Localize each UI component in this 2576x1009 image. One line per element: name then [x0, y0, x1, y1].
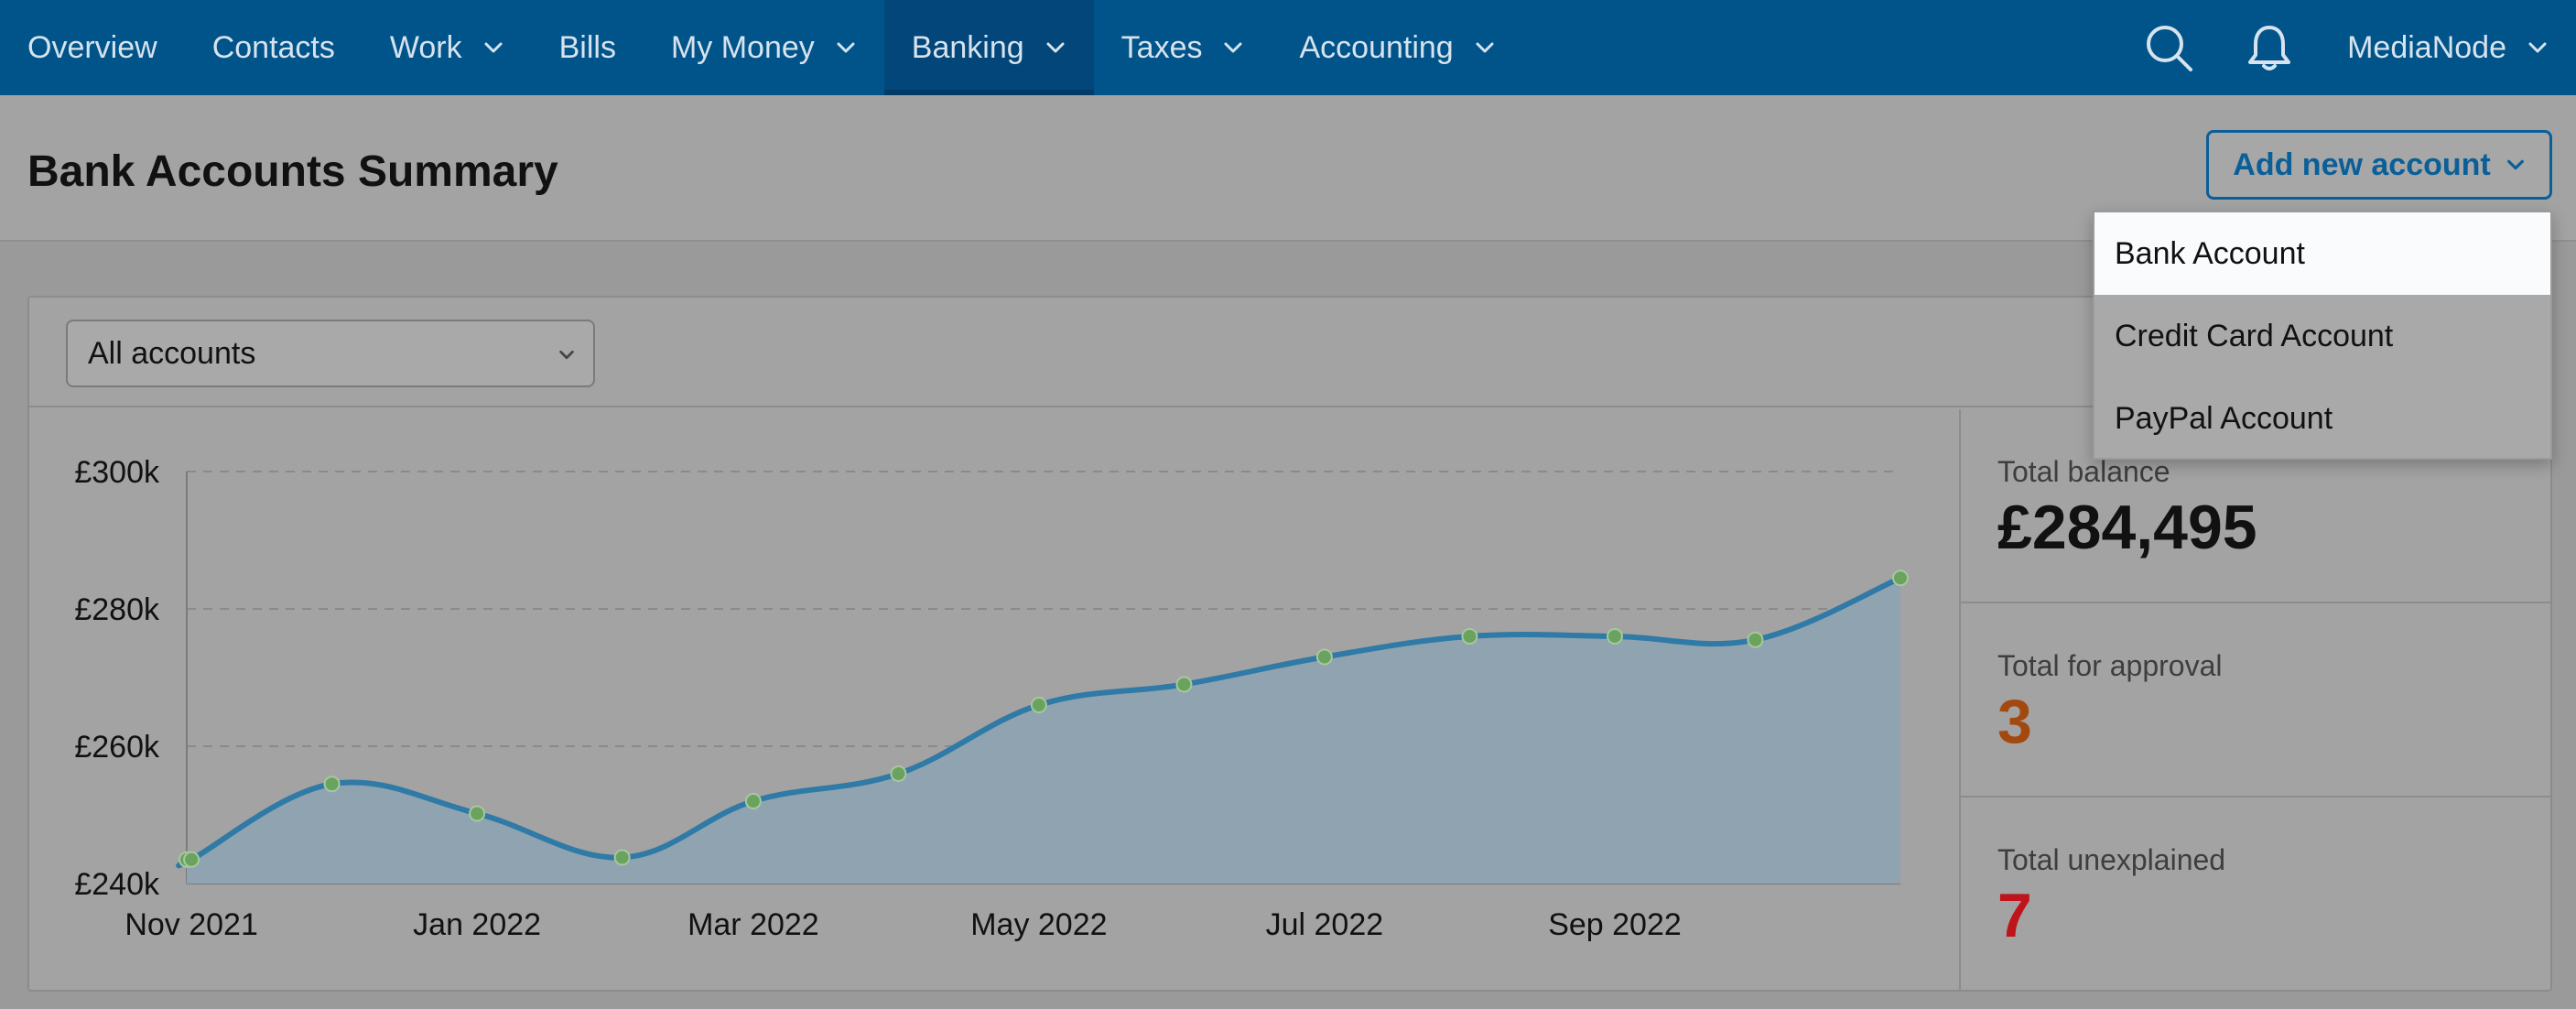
data-point — [1175, 676, 1193, 693]
menu-item-credit-card-account[interactable]: Credit Card Account — [2094, 295, 2550, 377]
user-menu[interactable]: MediaNode — [2320, 0, 2576, 95]
x-tick-label: Sep 2022 — [1548, 907, 1682, 942]
nav-item-overview[interactable]: Overview — [0, 0, 185, 95]
data-point — [1892, 570, 1909, 587]
total-for-approval-value[interactable]: 3 — [1997, 686, 2032, 757]
add-new-account-button[interactable]: Add new account — [2206, 130, 2552, 200]
data-point — [1747, 631, 1764, 648]
nav-item-label: Overview — [27, 29, 157, 65]
x-tick-label: Jan 2022 — [413, 907, 541, 942]
nav-item-contacts[interactable]: Contacts — [185, 0, 363, 95]
data-point — [1315, 648, 1333, 666]
y-tick-label: £260k — [74, 730, 160, 765]
account-filter-value: All accounts — [88, 335, 256, 371]
chevron-down-icon — [559, 350, 574, 360]
add-new-account-label: Add new account — [2233, 146, 2491, 182]
nav-item-bills[interactable]: Bills — [532, 0, 644, 95]
search-icon — [2147, 26, 2193, 71]
balance-chart: £300k £280k £260k £240k Nov 2021 Jan 2022 Mar … — [29, 409, 1959, 992]
add-account-dropdown: Bank Account Credit Card Account PayPal … — [2093, 211, 2552, 460]
chevron-down-icon — [1476, 42, 1494, 53]
nav-item-label: Work — [389, 29, 462, 65]
nav-item-banking[interactable]: Banking — [883, 0, 1094, 95]
data-point — [1461, 628, 1478, 645]
nav-item-label: Accounting — [1299, 29, 1454, 65]
nav-item-label: Taxes — [1120, 29, 1203, 65]
y-tick-label: £300k — [74, 455, 160, 490]
nav-item-taxes[interactable]: Taxes — [1094, 0, 1272, 95]
chevron-down-icon — [484, 42, 503, 53]
total-unexplained-stat[interactable]: Total unexplained 7 — [1961, 797, 2552, 992]
chevron-down-icon — [1046, 42, 1065, 53]
data-point — [1030, 697, 1047, 713]
notifications-button[interactable] — [2219, 0, 2320, 95]
nav-item-my-money[interactable]: My Money — [644, 0, 884, 95]
menu-item-paypal-account[interactable]: PayPal Account — [2094, 377, 2550, 460]
nav-item-label: Contacts — [211, 29, 335, 65]
data-point — [469, 805, 486, 822]
data-point — [890, 765, 907, 782]
nav-item-accounting[interactable]: Accounting — [1272, 0, 1522, 95]
data-point — [613, 849, 631, 866]
chevron-down-icon — [2506, 159, 2524, 170]
chevron-down-icon — [837, 42, 855, 53]
total-balance-label: Total balance — [1997, 455, 2170, 488]
total-unexplained-label: Total unexplained — [1997, 843, 2226, 876]
x-tick-label: Jul 2022 — [1266, 907, 1384, 942]
balance-chart-svg: £300k £280k £260k £240k Nov 2021 Jan 2022 Mar … — [74, 455, 1909, 942]
y-tick-label: £240k — [74, 867, 160, 902]
total-unexplained-value[interactable]: 7 — [1997, 880, 2032, 951]
total-for-approval-label: Total for approval — [1997, 649, 2223, 682]
bell-icon — [2248, 26, 2291, 71]
data-point — [744, 793, 762, 809]
nav-item-label: My Money — [670, 29, 815, 65]
data-point — [1607, 628, 1623, 645]
chevron-down-icon — [2528, 42, 2547, 53]
nav-item-label: Bills — [558, 29, 616, 65]
account-filter-select[interactable]: All accounts — [66, 320, 595, 387]
total-for-approval-stat[interactable]: Total for approval 3 — [1961, 603, 2552, 797]
nav-right-group: MediaNode — [2118, 0, 2576, 95]
chevron-down-icon — [1224, 42, 1242, 53]
y-tick-label: £280k — [74, 592, 160, 627]
data-point — [183, 851, 200, 868]
top-nav: Overview Contacts Work Bills My Money Banking… — [0, 0, 2576, 95]
x-tick-label: May 2022 — [970, 907, 1107, 942]
search-button[interactable] — [2118, 0, 2219, 95]
balance-area — [179, 578, 1901, 884]
stats-panel: Total balance £284,495 Total for approva… — [1959, 409, 2552, 992]
user-menu-label: MediaNode — [2347, 29, 2506, 65]
x-tick-label: Nov 2021 — [124, 907, 258, 942]
menu-item-bank-account[interactable]: Bank Account — [2094, 212, 2550, 295]
nav-item-work[interactable]: Work — [363, 0, 532, 95]
x-tick-label: Mar 2022 — [687, 907, 819, 942]
data-point — [323, 776, 341, 793]
total-balance-value: £284,495 — [1997, 493, 2257, 562]
page-title: Bank Accounts Summary — [27, 147, 558, 196]
nav-item-label: Banking — [911, 29, 1024, 65]
